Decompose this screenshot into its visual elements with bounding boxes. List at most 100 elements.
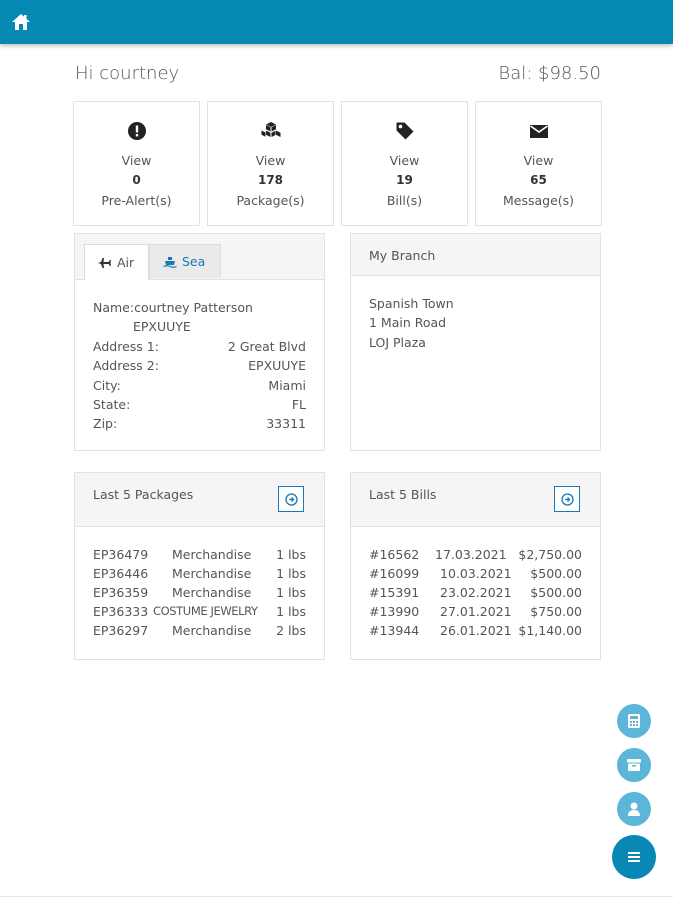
pre-alert-label: Pre-Alert(s) [101,193,172,208]
address-row: Zip: 33311 [93,416,306,435]
bill-amount: $1,140.00 [518,623,582,638]
package-desc: Merchandise [172,623,252,638]
branch-panel: My Branch Spanish Town 1 Main Road LOJ P… [350,233,601,451]
package-row[interactable]: EP36479 Merchandise 1 lbs [93,547,306,566]
address-key: Address 1: [93,339,159,354]
tab-air[interactable]: Air [84,244,149,280]
bill-row[interactable]: #13990 27.01.2021 $750.00 [369,604,582,623]
packages-panel: Last 5 Packages EP36479 Merchandise 1 lb… [74,472,325,660]
bill-date: 10.03.2021 [440,566,512,581]
packages-panel-header: Last 5 Packages [75,473,324,527]
archive-icon [627,759,641,771]
package-id: EP36359 [93,585,149,600]
home-icon[interactable] [11,13,31,31]
menu-button[interactable] [612,835,656,879]
package-id: EP36297 [93,623,149,638]
tag-icon [396,122,413,140]
ship-icon [163,256,177,268]
bill-row[interactable]: #13944 26.01.2021 $1,140.00 [369,623,582,642]
bills-title: Last 5 Bills [369,487,437,502]
bill-id: #15391 [369,585,420,600]
calculator-icon [628,714,640,728]
bill-row[interactable]: #16562 17.03.2021 $2,750.00 [369,547,582,566]
package-id: EP36333 [93,604,149,619]
calculator-button[interactable] [617,704,651,738]
tab-sea-label: Sea [182,254,206,269]
archive-button[interactable] [617,748,651,782]
bills-card[interactable]: View 19 Bill(s) [341,101,468,226]
bill-amount: $750.00 [530,604,582,619]
bill-id: #16562 [369,547,420,562]
address-row: State: FL [93,397,306,416]
address-details: Name:courtney Patterson EPXUUYE Address … [93,300,306,440]
bill-label: Bill(s) [386,193,423,208]
address-value: EPXUUYE [248,358,306,373]
top-bar [0,0,673,44]
packages-icon [261,122,280,137]
address-key: Zip: [93,416,118,431]
package-desc: COSTUME JEWELRY [153,604,258,618]
bill-amount: $500.00 [530,566,582,581]
packages-title: Last 5 Packages [93,487,194,502]
menu-icon [628,852,640,862]
package-row[interactable]: EP36333 COSTUME JEWELRY 1 lbs [93,604,306,623]
address-key: City: [93,378,121,393]
user-icon [628,802,640,816]
view-link[interactable]: View [208,153,333,168]
package-row[interactable]: EP36446 Merchandise 1 lbs [93,566,306,585]
package-desc: Merchandise [172,547,252,562]
bill-amount: $2,750.00 [518,547,582,562]
package-row[interactable]: EP36359 Merchandise 1 lbs [93,585,306,604]
message-label: Message(s) [502,193,575,208]
package-weight: 2 lbs [276,623,306,638]
address-panel: Air Sea Name:courtney Patterson EPXUUYE … [74,233,325,451]
view-link[interactable]: View [342,153,467,168]
arrow-circle-right-icon [285,493,298,506]
pre-alerts-card[interactable]: View 0 Pre-Alert(s) [73,101,200,226]
messages-card[interactable]: View 65 Message(s) [475,101,602,226]
package-label: Package(s) [236,193,305,208]
envelope-icon [529,125,548,138]
package-weight: 1 lbs [276,547,306,562]
package-count: 178 [257,173,284,187]
branch-line: 1 Main Road [369,315,447,330]
bill-id: #16099 [369,566,420,581]
package-desc: Merchandise [172,585,252,600]
address-row: Address 2: EPXUUYE [93,358,306,377]
customer-code: EPXUUYE [133,319,191,334]
address-value: 33311 [266,416,306,431]
bill-row[interactable]: #15391 23.02.2021 $500.00 [369,585,582,604]
bills-more-button[interactable] [554,486,580,512]
arrow-circle-right-icon [561,493,574,506]
greeting: Hi courtney [75,63,180,84]
bill-date: 17.03.2021 [435,547,507,562]
profile-button[interactable] [617,792,651,826]
view-link[interactable]: View [74,153,199,168]
package-weight: 1 lbs [276,604,306,619]
bill-id: #13990 [369,604,420,619]
package-weight: 1 lbs [276,585,306,600]
address-value: Miami [268,378,306,393]
bill-date: 23.02.2021 [440,585,512,600]
tab-sea[interactable]: Sea [149,244,221,278]
package-id: EP36446 [93,566,149,581]
bills-panel-header: Last 5 Bills [351,473,600,527]
plane-icon [98,257,111,268]
address-row: Address 1: 2 Great Blvd [93,339,306,358]
message-count: 65 [530,173,547,187]
bill-id: #13944 [369,623,420,638]
packages-more-button[interactable] [278,486,304,512]
customer-name: Name:courtney Patterson [93,300,253,315]
address-row: City: Miami [93,378,306,397]
package-desc: Merchandise [172,566,252,581]
bill-date: 26.01.2021 [440,623,512,638]
view-link[interactable]: View [476,153,601,168]
package-row[interactable]: EP36297 Merchandise 2 lbs [93,623,306,642]
address-value: 2 Great Blvd [227,339,306,354]
bills-panel: Last 5 Bills #16562 17.03.2021 $2,750.00… [350,472,601,660]
balance: Bal: $98.50 [498,63,601,84]
bill-row[interactable]: #16099 10.03.2021 $500.00 [369,566,582,585]
packages-card[interactable]: View 178 Package(s) [207,101,334,226]
divider [0,896,673,897]
package-weight: 1 lbs [276,566,306,581]
